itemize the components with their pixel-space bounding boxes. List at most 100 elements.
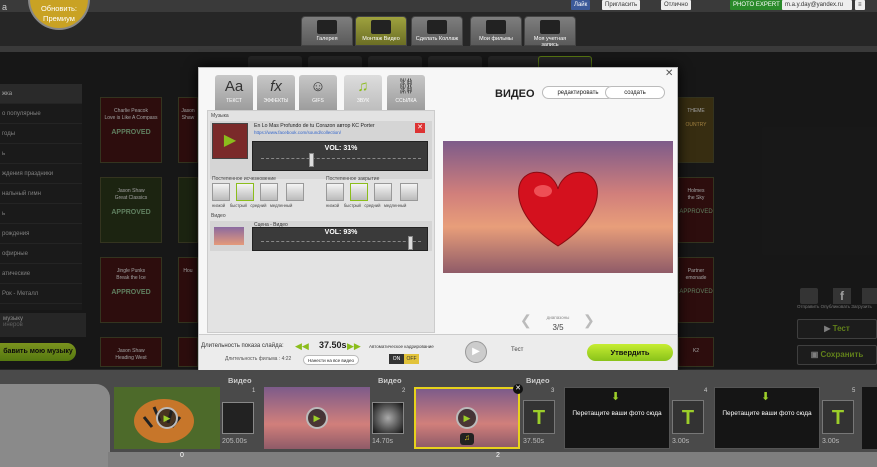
fb-like-label: Лайк	[574, 2, 588, 8]
music-section-label: Музыка	[211, 113, 229, 119]
fade-in-medium[interactable]	[260, 183, 278, 201]
play-icon: ▶	[223, 132, 237, 149]
timeline-track	[108, 452, 877, 467]
duration-increase-icon[interactable]: ▶▶	[347, 341, 361, 352]
opt-low: низкой	[326, 203, 340, 208]
smiley-icon: ☺	[310, 78, 326, 95]
tab-sound[interactable]: ♫ ЗВУК	[344, 75, 382, 113]
nav-gallery[interactable]: Галерея	[301, 16, 353, 46]
nav-collage[interactable]: Сделать Коллаж	[411, 16, 463, 46]
confirm-button[interactable]: Утвердить	[587, 344, 673, 361]
preview-play-icon[interactable]: ▶	[465, 341, 487, 363]
nav-account[interactable]: Моя учетная запись	[524, 16, 576, 48]
preview-title: ВИДЕО	[495, 88, 535, 100]
play-icon[interactable]: ▶	[306, 407, 328, 429]
slide-counter: 3/5	[552, 323, 564, 332]
invite-button[interactable]: Пригласить	[602, 0, 641, 10]
slide-counter-badge: 2	[496, 452, 500, 459]
toggle-on: ON	[389, 354, 404, 364]
auto-crop-toggle[interactable]: ON OFF	[389, 354, 419, 364]
prev-arrow-icon[interactable]: ❮	[520, 313, 532, 327]
slot-index: 4	[704, 388, 708, 394]
toggle-off: OFF	[404, 354, 419, 364]
fx-icon: fx	[270, 78, 282, 95]
duration-decrease-icon[interactable]: ◀◀	[295, 341, 309, 352]
test-label: Тест	[511, 347, 524, 353]
fade-out-label: Постепенное закрытие	[326, 176, 380, 182]
drop-zone-5[interactable]: ⬇ Перетащите ваши фото сюда	[714, 387, 820, 449]
create-button[interactable]: создать	[605, 86, 665, 99]
film-icon	[486, 20, 506, 34]
transition-icon[interactable]	[372, 402, 404, 434]
fade-out-fast[interactable]	[350, 183, 368, 201]
duration-value: 37.50s	[319, 340, 347, 350]
fade-in-label: Постепенное исчезновение	[212, 176, 276, 182]
invite-label: Пригласить	[605, 2, 638, 8]
opt-fast: быстрый	[343, 203, 361, 208]
fade-out-low[interactable]	[326, 183, 344, 201]
timeline-start	[0, 384, 110, 467]
text-slide-button[interactable]: T	[523, 400, 555, 434]
fade-in-fast[interactable]	[236, 183, 254, 201]
transition-icon[interactable]	[222, 402, 254, 434]
down-arrow-icon: ⬇	[761, 391, 771, 403]
dialog-footer: Длительность показа слайда: ◀◀ 37.50s ▶▶…	[199, 334, 677, 370]
opt-medium: средний	[250, 203, 267, 208]
timeline-slot-2[interactable]: ▶	[264, 387, 370, 449]
tab-gifs-label: GIFS	[312, 98, 324, 104]
tab-link[interactable]: ⛓ ССЫЛКА	[387, 75, 425, 113]
tab-text[interactable]: Aa ТЕКСТ	[215, 75, 253, 113]
track-link[interactable]: https://www.facebook.com/sound/collectio…	[254, 130, 341, 135]
next-arrow-icon[interactable]: ❯	[583, 313, 595, 327]
upgrade-button[interactable]: Обновить: Премиум	[28, 0, 90, 30]
timeline-slot-1[interactable]: ▶	[114, 387, 220, 449]
text-slide-button[interactable]: T	[672, 400, 704, 434]
slider-track	[261, 158, 421, 162]
fade-out-medium[interactable]	[374, 183, 392, 201]
video-preview[interactable]	[443, 141, 673, 273]
drop-zone-label: Перетащите ваши фото сюда	[722, 410, 812, 417]
heart-image	[518, 171, 598, 247]
drop-zone-6-partial[interactable]	[862, 387, 877, 449]
nav-my-films[interactable]: Мои фильмы	[470, 16, 522, 46]
account-email-label: m.a.y.day@yandex.ru	[785, 2, 844, 8]
people-icon	[540, 20, 560, 34]
apply-all-button[interactable]: Нанести на все видео	[303, 355, 359, 365]
slot-type-label: Видео	[228, 376, 252, 385]
close-icon[interactable]: ✕	[665, 68, 673, 79]
remove-track-icon[interactable]: ✕	[415, 123, 425, 133]
drop-zone-4[interactable]: ⬇ Перетащите ваши фото сюда	[564, 387, 670, 449]
nav-collage-label: Сделать Коллаж	[415, 36, 459, 42]
music-volume-handle[interactable]	[308, 153, 314, 167]
track-title: En Lo Mas Profundo de tu Corazon автор K…	[254, 123, 375, 129]
video-volume-label: VOL: 93%	[324, 229, 358, 236]
nav-video-edit[interactable]: Монтаж Видео	[355, 16, 407, 46]
tab-effects[interactable]: fx ЭФФЕКТЫ	[257, 75, 295, 113]
video-volume-slider[interactable]: VOL: 93%	[252, 227, 428, 251]
fade-in-slow[interactable]	[286, 183, 304, 201]
tab-gifs[interactable]: ☺ GIFS	[299, 75, 337, 113]
edit-button[interactable]: редактировать	[542, 86, 614, 99]
vk-button[interactable]: Отлично	[661, 0, 691, 10]
text-slide-button[interactable]: T	[822, 400, 854, 434]
fb-like-button[interactable]: Лайк	[571, 0, 591, 10]
slot-type-label: Видео	[378, 376, 402, 385]
fade-in-low[interactable]	[212, 183, 230, 201]
photo-expert-badge[interactable]: PHOTO EXPERT	[730, 0, 783, 10]
drop-zone-label: Перетащите ваши фото сюда	[572, 410, 662, 417]
photo-expert-label: PHOTO EXPERT	[733, 2, 780, 8]
remove-slide-icon[interactable]: ✕	[513, 384, 523, 394]
slot-index: 3	[551, 388, 555, 394]
nav-my-films-label: Мои фильмы	[479, 36, 513, 42]
play-icon[interactable]: ▶	[156, 407, 178, 429]
video-volume-handle[interactable]	[407, 236, 413, 250]
music-volume-slider[interactable]: VOL: 31%	[252, 141, 428, 171]
play-icon[interactable]: ▶	[456, 407, 478, 429]
vk-label: Отлично	[664, 2, 688, 8]
fade-out-slow[interactable]	[400, 183, 418, 201]
upgrade-line2: Премиум	[43, 14, 75, 23]
menu-icon[interactable]: ≡	[855, 0, 865, 10]
timeline-slot-3-selected[interactable]: ▶ ♫	[414, 387, 520, 449]
account-email[interactable]: m.a.y.day@yandex.ru	[782, 0, 852, 10]
slide-settings-dialog: Aa ТЕКСТ fx ЭФФЕКТЫ ☺ GIFS ♫ ЗВУК ⛓ ССЫЛКА ✕ …	[198, 67, 678, 370]
